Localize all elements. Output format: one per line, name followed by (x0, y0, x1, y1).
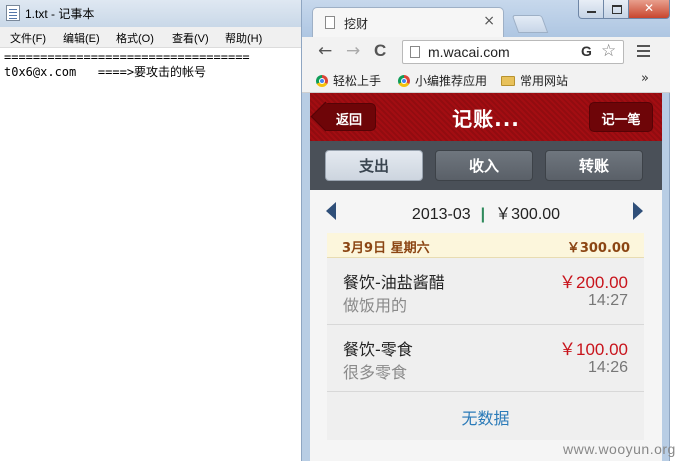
notepad-menubar: 文件(F) 编辑(E) 格式(O) 查看(V) 帮助(H) (0, 27, 305, 48)
bookmarks-more-icon[interactable]: » (641, 71, 649, 86)
no-data-row: 无数据 (327, 392, 644, 440)
day-total: ￥300.00 (566, 241, 630, 256)
period-month: 2013-03 (411, 206, 471, 223)
new-tab-button[interactable] (511, 15, 549, 33)
tab-transfer[interactable]: 转账 (545, 150, 643, 181)
bookmark-item[interactable]: 轻松上手 (316, 72, 381, 89)
day-label: 3月9日 星期六 (342, 241, 430, 256)
tab-title: 挖财 (344, 17, 369, 31)
menu-file[interactable]: 文件(F) (10, 30, 46, 46)
menu-format[interactable]: 格式(O) (116, 30, 154, 46)
text-line-separator: ================================== (4, 50, 250, 64)
bookmark-label: 小编推荐应用 (415, 74, 488, 88)
period-summary: 2013-03 | ￥300.00 (310, 200, 662, 224)
record-amount: ￥200.00 (559, 273, 628, 292)
page-content: 返回 记账... 记一笔 支出 收入 转账 2013-03 | ￥300.00 3月… (310, 93, 662, 461)
menu-help[interactable]: 帮助(H) (225, 30, 262, 46)
notepad-icon (6, 5, 20, 21)
reload-icon[interactable]: C (374, 41, 386, 61)
record-category: 餐饮-油盐酱醋 (343, 273, 445, 292)
record-note: 做饭用的 (343, 296, 408, 315)
next-period-icon[interactable] (633, 202, 643, 220)
notepad-text-area[interactable]: ================================== t0x6@x… (4, 50, 250, 80)
browser-frame: 挖财 × ✕ (302, 0, 670, 37)
extension-icon[interactable]: G (581, 43, 592, 59)
minimize-button[interactable] (578, 0, 604, 19)
chrome-icon (316, 75, 328, 87)
menu-edit[interactable]: 编辑(E) (63, 30, 100, 46)
chrome-icon (398, 75, 410, 87)
add-record-label: 记一笔 (601, 113, 641, 128)
add-record-button[interactable]: 记一笔 (589, 102, 653, 132)
notepad-title: 1.txt - 记事本 (25, 7, 95, 21)
page-icon (325, 16, 335, 29)
browser-tab[interactable]: 挖财 × (312, 7, 504, 37)
menu-view[interactable]: 查看(V) (172, 30, 209, 46)
bookmark-folder[interactable]: 常用网站 (501, 72, 568, 89)
period-separator: | (480, 206, 486, 223)
browser-toolbar: ← → C m.wacai.com G ☆ (302, 37, 670, 69)
maximize-button[interactable] (603, 0, 629, 19)
bookmark-label: 常用网站 (520, 74, 569, 88)
tab-expense[interactable]: 支出 (325, 150, 423, 181)
browser-window: 挖财 × ✕ ← → C m.wacai.com G ☆ 轻松上手 小编推荐应用… (301, 0, 670, 461)
tab-close-icon[interactable]: × (483, 13, 495, 29)
notepad-titlebar[interactable]: 1.txt - 记事本 (0, 0, 305, 27)
bookmarks-bar: 轻松上手 小编推荐应用 常用网站 » (302, 68, 670, 93)
record-item[interactable]: 餐饮-油盐酱醋 做饭用的 ￥200.00 14:27 (327, 258, 644, 325)
hamburger-menu-icon[interactable] (637, 45, 650, 47)
period-total: ￥300.00 (495, 206, 561, 223)
watermark: www.wooyun.org (563, 441, 676, 457)
back-arrow-icon[interactable]: ← (318, 41, 332, 61)
url-text: m.wacai.com (428, 44, 510, 60)
period-selector: 2013-03 | ￥300.00 (310, 190, 662, 230)
text-line-account: t0x6@x.com ====>要攻击的帐号 (4, 65, 207, 79)
page-icon (410, 46, 420, 58)
record-item[interactable]: 餐饮-零食 很多零食 ￥100.00 14:26 (327, 325, 644, 392)
bookmark-label: 轻松上手 (333, 74, 382, 88)
record-time: 14:26 (587, 359, 628, 376)
day-header: 3月9日 星期六 ￥300.00 (327, 233, 644, 258)
type-segment-bar: 支出 收入 转账 (310, 141, 662, 190)
bookmark-star-icon[interactable]: ☆ (601, 41, 616, 61)
record-category: 餐饮-零食 (343, 340, 413, 359)
app-header: 返回 记账... 记一笔 (310, 93, 662, 141)
record-time: 14:27 (587, 292, 628, 309)
forward-arrow-icon[interactable]: → (346, 41, 360, 61)
no-data-link[interactable]: 无数据 (327, 405, 644, 429)
folder-icon (501, 76, 515, 86)
bookmark-item[interactable]: 小编推荐应用 (398, 72, 487, 89)
close-icon: ✕ (643, 1, 655, 15)
notepad-window: 1.txt - 记事本 文件(F) 编辑(E) 格式(O) 查看(V) 帮助(H… (0, 0, 305, 461)
close-button[interactable]: ✕ (628, 0, 670, 19)
record-note: 很多零食 (343, 363, 408, 382)
address-bar[interactable]: m.wacai.com G ☆ (402, 40, 624, 64)
tab-income[interactable]: 收入 (435, 150, 533, 181)
record-amount: ￥100.00 (559, 340, 628, 359)
